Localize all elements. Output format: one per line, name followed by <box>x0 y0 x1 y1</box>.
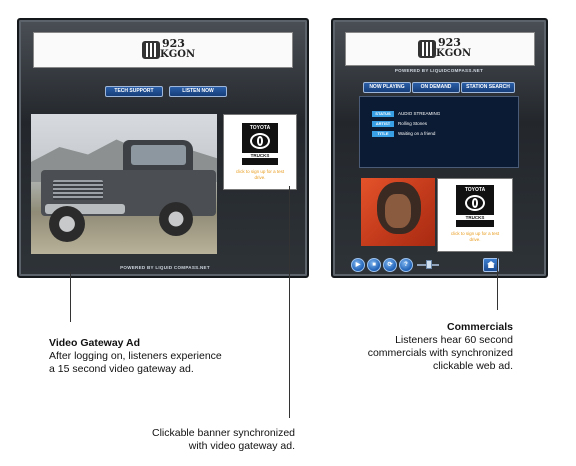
video-ad-title: Video Gateway Ad <box>49 337 141 349</box>
ad-test-drive-link[interactable]: click to sign up for a test drive. <box>234 169 286 181</box>
ad-brand: TOYOTA <box>464 187 486 193</box>
commercials-line-3: clickable web ad. <box>433 360 513 372</box>
ad-brand: TOYOTA <box>249 125 271 131</box>
toyota-logo: TOYOTA TRUCKS <box>242 123 278 165</box>
banner-line-1: Clickable banner synchronized <box>152 427 295 439</box>
status-label: STATUS <box>372 111 394 117</box>
toyota-logo: TOYOTA TRUCKS <box>456 185 494 227</box>
left-player-window: 923 KGON TECH SUPPORT LISTEN NOW TOYOTA … <box>17 18 309 278</box>
truck-grille <box>53 180 103 200</box>
station-logo-banner: 923 KGON <box>345 32 535 66</box>
refresh-icon[interactable]: ⟳ <box>383 258 397 272</box>
tech-support-button[interactable]: TECH SUPPORT <box>105 86 163 97</box>
artist-photo <box>361 178 435 246</box>
truck-window <box>131 145 186 165</box>
artist-value: Rolling Stones <box>398 121 428 126</box>
station-logo-icon <box>418 40 436 58</box>
video-ad-callout-line <box>70 272 71 322</box>
commercial-web-ad[interactable]: TOYOTA TRUCKS click to sign up for a tes… <box>437 178 513 252</box>
banner-callout-line <box>289 186 290 418</box>
commercials-callout-line <box>497 258 498 310</box>
station-number: 923 <box>162 37 185 50</box>
station-name: KGON <box>436 48 472 59</box>
station-logo-banner: 923 KGON <box>33 32 293 68</box>
tab-on-demand[interactable]: ON DEMAND <box>412 82 460 93</box>
truck-front-wheel <box>49 206 85 242</box>
stop-icon[interactable]: ■ <box>367 258 381 272</box>
ad-product: TRUCKS <box>242 153 278 158</box>
video-gateway-ad[interactable] <box>31 114 217 254</box>
title-value: Waiting on a friend <box>398 131 436 136</box>
volume-slider-knob[interactable] <box>426 260 432 269</box>
toyota-emblem-icon <box>250 133 270 149</box>
powered-by-footer[interactable]: POWERED BY LIQUID COMPASS.NET <box>105 265 225 270</box>
listen-now-button[interactable]: LISTEN NOW <box>169 86 227 97</box>
station-number: 923 <box>438 36 461 49</box>
help-icon[interactable]: ? <box>399 258 413 272</box>
truck-rear-wheel <box>159 202 193 236</box>
status-value: AUDIO STREAMING <box>398 111 441 116</box>
tab-now-playing[interactable]: NOW PLAYING <box>363 82 411 93</box>
title-label: TITLE <box>372 131 394 137</box>
artist-label: ARTIST <box>372 121 394 127</box>
video-ad-line-2: a 15 second video gateway ad. <box>49 363 194 375</box>
banner-ad[interactable]: TOYOTA TRUCKS click to sign up for a tes… <box>223 114 297 190</box>
video-ad-caption: Video Gateway Ad After logging on, liste… <box>49 337 279 376</box>
tab-station-search[interactable]: STATION SEARCH <box>461 82 515 93</box>
commercials-caption: Commercials Listeners hear 60 second com… <box>330 321 513 373</box>
toyota-emblem-icon <box>465 195 485 211</box>
artist-face <box>385 194 411 228</box>
powered-by-label[interactable]: POWERED BY LIQUIDCOMPASS.NET <box>383 68 495 73</box>
commercials-line-2: commercials with synchronized <box>367 347 513 359</box>
now-playing-panel: STATUS AUDIO STREAMING ARTIST Rolling St… <box>359 96 519 168</box>
ad-product: TRUCKS <box>456 215 494 220</box>
commercials-title: Commercials <box>447 321 513 333</box>
station-name: KGON <box>160 49 196 60</box>
ad-test-drive-link[interactable]: click to sign up for a test drive. <box>448 231 502 243</box>
banner-line-2: with video gateway ad. <box>188 440 295 452</box>
play-icon[interactable]: ▶ <box>351 258 365 272</box>
commercials-line-1: Listeners hear 60 second <box>395 334 513 346</box>
right-player-window: 923 KGON POWERED BY LIQUIDCOMPASS.NET NO… <box>331 18 548 278</box>
station-logo-icon <box>142 41 160 59</box>
video-ad-line-1: After logging on, listeners experience <box>49 350 222 362</box>
banner-caption: Clickable banner synchronized with video… <box>120 427 295 453</box>
